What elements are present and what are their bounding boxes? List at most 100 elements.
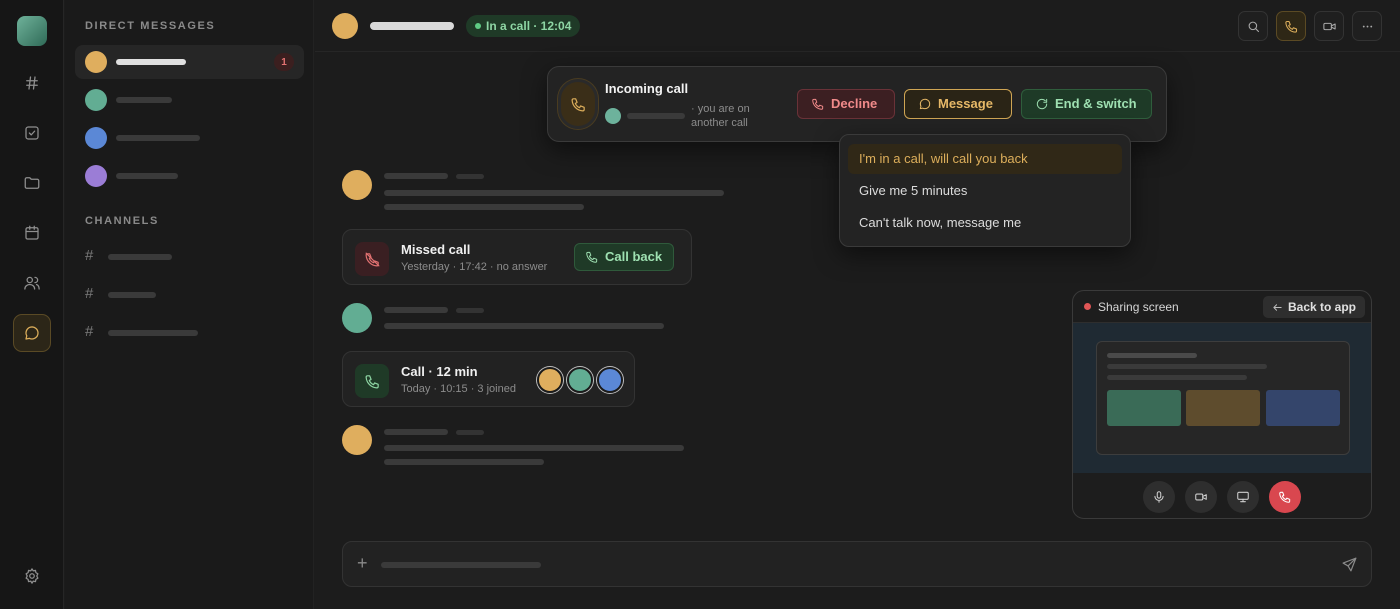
channel-item[interactable]: #	[85, 284, 285, 306]
contact-name-placeholder	[370, 22, 454, 30]
channels-section-title: CHANNELS	[85, 215, 159, 227]
call-back-label: Call back	[605, 249, 663, 264]
more-dots-icon	[1362, 25, 1372, 27]
call-status-pill[interactable]: In a call · 12:04	[466, 15, 581, 37]
monitor-icon	[1237, 491, 1249, 503]
search-icon	[1248, 21, 1259, 32]
quick-reply-option[interactable]: Give me 5 minutes	[848, 176, 1122, 206]
people-nav-button[interactable]	[13, 264, 51, 302]
message-time-placeholder	[456, 308, 484, 313]
folder-icon	[24, 177, 40, 189]
arrow-left-icon	[1273, 304, 1282, 311]
missed-call-title: Missed call	[401, 242, 471, 257]
screen-share-widget: Sharing screen Back to app	[1072, 290, 1372, 519]
message-author-placeholder	[384, 307, 448, 313]
calendar-nav-button[interactable]	[13, 214, 51, 252]
caller-avatar	[605, 108, 621, 124]
message-label: Message	[938, 96, 993, 111]
search-button[interactable]	[1238, 11, 1268, 41]
end-and-switch-label: End & switch	[1055, 96, 1137, 111]
send-icon	[1342, 557, 1357, 572]
hash-icon: #	[85, 285, 94, 302]
sharing-status: Sharing screen	[1098, 300, 1179, 314]
channel-item[interactable]: #	[85, 246, 285, 268]
dm-item[interactable]	[75, 121, 304, 155]
participant-avatar	[537, 367, 563, 393]
message-text-placeholder	[384, 190, 724, 196]
preview-tile	[1107, 390, 1181, 426]
channel-name-placeholder	[108, 330, 198, 336]
preview-window	[1096, 341, 1350, 455]
hash-icon	[26, 76, 38, 90]
screen-share-toolbar: Sharing screen Back to app	[1073, 291, 1371, 323]
call-summary-subtitle: Today · 10:15 · 3 joined	[401, 383, 516, 395]
voice-call-button[interactable]	[1276, 11, 1306, 41]
message-composer[interactable]: +	[342, 541, 1372, 587]
call-summary-card: Call · 12 min Today · 10:15 · 3 joined	[342, 351, 635, 407]
message-button[interactable]: Message	[904, 89, 1012, 119]
more-options-button[interactable]	[1352, 11, 1382, 41]
plus-icon[interactable]: +	[357, 554, 368, 572]
phone-hangup-icon	[812, 98, 824, 110]
camera-button[interactable]	[1185, 481, 1217, 513]
message-text-placeholder	[384, 204, 584, 210]
phone-ringing-icon	[571, 97, 585, 111]
call-controls	[1073, 473, 1371, 518]
participant-avatar	[597, 367, 623, 393]
quick-reply-menu: I'm in a call, will call you back Give m…	[839, 134, 1131, 247]
chat-bubble-icon	[25, 326, 39, 340]
channel-name-placeholder	[108, 254, 172, 260]
dm-name-placeholder	[116, 59, 186, 65]
dm-item[interactable]	[75, 83, 304, 117]
avatar[interactable]	[332, 13, 358, 39]
phone-icon	[365, 374, 379, 388]
video-call-button[interactable]	[1314, 11, 1344, 41]
avatar	[342, 303, 372, 333]
hash-icon: #	[85, 247, 94, 264]
incoming-call-note: · you are on another call	[691, 103, 750, 129]
workspace-logo[interactable]	[17, 16, 47, 46]
tasks-nav-button[interactable]	[13, 114, 51, 152]
quick-reply-option[interactable]: Can't talk now, message me	[848, 208, 1122, 238]
ringing-icon-box	[558, 79, 598, 129]
quick-reply-option[interactable]: I'm in a call, will call you back	[848, 144, 1122, 174]
send-button[interactable]	[1341, 556, 1358, 573]
microphone-icon	[1154, 491, 1164, 503]
composer-placeholder	[381, 562, 541, 568]
avatar	[342, 425, 372, 455]
phone-icon	[586, 251, 598, 263]
message-text-placeholder	[384, 459, 544, 465]
channel-item[interactable]: #	[85, 322, 285, 344]
decline-button[interactable]: Decline	[797, 89, 895, 119]
dm-name-placeholder	[116, 135, 200, 141]
live-dot	[475, 23, 481, 29]
hash-icon: #	[85, 323, 94, 340]
video-icon	[1195, 493, 1207, 501]
preview-tile	[1186, 390, 1260, 426]
settings-button[interactable]	[13, 557, 51, 595]
dm-item[interactable]: 1	[75, 45, 304, 79]
message-time-placeholder	[456, 174, 484, 179]
channel-name-placeholder	[108, 292, 156, 298]
share-screen-button[interactable]	[1227, 481, 1259, 513]
unread-badge: 1	[274, 53, 294, 71]
users-icon	[24, 276, 40, 290]
end-and-switch-button[interactable]: End & switch	[1021, 89, 1152, 119]
avatar	[85, 89, 107, 111]
message-time-placeholder	[456, 430, 484, 435]
call-summary-title: Call · 12 min	[401, 364, 478, 379]
avatar	[85, 127, 107, 149]
mute-button[interactable]	[1143, 481, 1175, 513]
preview-line	[1107, 375, 1247, 380]
conversation-header: In a call · 12:04	[315, 0, 1400, 52]
phone-hangup-icon	[1279, 491, 1291, 503]
messages-nav-button[interactable]	[13, 314, 51, 352]
missed-call-subtitle: Yesterday · 17:42 · no answer	[401, 261, 548, 273]
end-call-button[interactable]	[1269, 481, 1301, 513]
channels-nav-button[interactable]	[13, 64, 51, 102]
dm-item[interactable]	[75, 159, 304, 193]
files-nav-button[interactable]	[13, 164, 51, 202]
missed-call-icon-box	[355, 242, 389, 276]
call-back-button[interactable]: Call back	[574, 243, 675, 271]
back-to-app-button[interactable]: Back to app	[1262, 296, 1365, 318]
